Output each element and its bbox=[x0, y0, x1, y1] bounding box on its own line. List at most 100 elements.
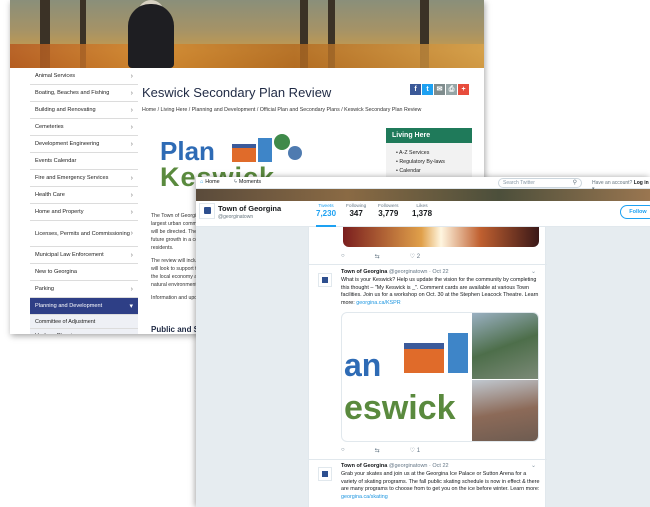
sidebar-item[interactable]: Parking › bbox=[30, 281, 138, 298]
sidebar-subitem[interactable]: Heritage Planning bbox=[30, 329, 138, 334]
sidebar-item[interactable]: Boating, Beaches and Fishing › bbox=[30, 85, 138, 102]
heart-icon: ♡ bbox=[409, 448, 417, 454]
sidebar-item[interactable]: Licenses, Permits and Commissioning › bbox=[30, 221, 138, 247]
page-title: Keswick Secondary Plan Review bbox=[142, 85, 332, 100]
nav-moments[interactable]: ϟ Moments bbox=[234, 179, 261, 185]
hero-image bbox=[10, 0, 484, 68]
sidebar-item-label: Cemeteries bbox=[35, 124, 64, 130]
stat-value: 347 bbox=[349, 209, 363, 218]
sidebar-item-label: Municipal Law Enforcement bbox=[35, 252, 104, 258]
sidebar-subitem[interactable]: Committee of Adjustment bbox=[30, 315, 138, 329]
tweet-media-previous[interactable] bbox=[343, 227, 539, 247]
chevron-right-icon: › bbox=[130, 191, 133, 199]
sidebar-item[interactable]: Development Engineering › bbox=[30, 136, 138, 153]
profile-stat[interactable]: Followers 3,779 bbox=[378, 204, 399, 218]
living-here-link[interactable]: Calendar bbox=[396, 167, 472, 176]
stat-value: 7,230 bbox=[316, 209, 337, 218]
living-here-link[interactable]: Regulatory By-laws bbox=[396, 158, 472, 167]
nav-home[interactable]: ⌂ Home bbox=[200, 179, 220, 185]
chevron-right-icon: › bbox=[130, 251, 133, 259]
tweet-avatar[interactable] bbox=[318, 273, 332, 287]
tweet-link[interactable]: georgina.ca/skating bbox=[341, 494, 388, 500]
sidebar-item-label: Parking bbox=[35, 286, 54, 292]
facebook-icon[interactable]: f bbox=[410, 84, 421, 95]
media-photo-street[interactable] bbox=[472, 313, 538, 379]
sidebar-item-label: Planning and Development bbox=[35, 303, 103, 309]
logo-shop-icon bbox=[232, 144, 256, 162]
tweet-menu-icon[interactable]: ⌄ bbox=[531, 462, 536, 469]
profile-name[interactable]: Town of Georgina bbox=[218, 204, 281, 213]
logo-deer-icon bbox=[288, 146, 302, 160]
reply-icon[interactable]: ○ bbox=[341, 447, 345, 454]
logo-house-icon bbox=[258, 138, 272, 162]
chevron-right-icon: › bbox=[130, 72, 133, 80]
sidebar-item-label: Licenses, Permits and Commissioning bbox=[35, 230, 130, 237]
sidebar-item[interactable]: Fire and Emergency Services › bbox=[30, 170, 138, 187]
sidebar-item-label: Events Calendar bbox=[35, 158, 77, 164]
tweet-link[interactable]: georgina.ca/KSPR bbox=[356, 300, 400, 306]
chevron-right-icon: › bbox=[130, 230, 133, 237]
sidebar-item[interactable]: Building and Renovating › bbox=[30, 102, 138, 119]
tweet-actions: ○ ⇆ ♡ 1 bbox=[341, 447, 420, 454]
chevron-right-icon: › bbox=[130, 285, 133, 293]
sidebar-item[interactable]: New to Georgina bbox=[30, 264, 138, 281]
sidebar-item-label: Fire and Emergency Services bbox=[35, 175, 109, 181]
sidebar-item-label: Animal Services bbox=[35, 73, 76, 79]
follow-button[interactable]: Follow bbox=[620, 205, 650, 219]
living-here-heading: Living Here bbox=[386, 128, 472, 143]
media-text-keswick: eswick bbox=[344, 389, 456, 427]
retweet-icon[interactable]: ⇆ bbox=[375, 447, 380, 454]
media-photo-building[interactable] bbox=[472, 380, 538, 441]
sidebar-item[interactable]: Events Calendar bbox=[30, 153, 138, 170]
print-icon[interactable]: ⎙ bbox=[446, 84, 457, 95]
lightning-icon: ϟ bbox=[234, 179, 237, 185]
profile-stat[interactable]: Tweets 7,230 bbox=[316, 204, 337, 227]
search-input[interactable]: Search Twitter ⚲ bbox=[498, 178, 582, 188]
sidebar-item[interactable]: Home and Property › bbox=[30, 204, 138, 221]
living-here-link[interactable]: A-Z Services bbox=[396, 149, 472, 158]
sidebar-item-label: Home and Property bbox=[35, 209, 84, 215]
breadcrumb: Home / Living Here / Planning and Develo… bbox=[142, 107, 422, 113]
media-shop-icon bbox=[404, 343, 444, 373]
tweet-text: What is your Keswick? Help us update the… bbox=[341, 277, 539, 306]
living-here-list: A-Z ServicesRegulatory By-lawsCalendar bbox=[386, 143, 472, 178]
sidebar-item-label: New to Georgina bbox=[35, 269, 77, 275]
profile-stat[interactable]: Following 347 bbox=[346, 204, 366, 218]
tweet-avatar[interactable] bbox=[318, 467, 332, 481]
share-icons: f t ✉ ⎙ + bbox=[410, 84, 469, 95]
stat-value: 3,779 bbox=[378, 209, 399, 218]
login-link[interactable]: Log in bbox=[634, 180, 649, 186]
reply-icon[interactable]: ○ bbox=[341, 253, 345, 260]
sidebar-item[interactable]: Municipal Law Enforcement › bbox=[30, 247, 138, 264]
chevron-right-icon: › bbox=[130, 208, 133, 216]
tweet-menu-icon[interactable]: ⌄ bbox=[531, 268, 536, 275]
sidebar-nav: Animal Services › Boating, Beaches and Fis… bbox=[30, 68, 138, 334]
twitter-icon[interactable]: t bbox=[422, 84, 433, 95]
plus-icon[interactable]: + bbox=[458, 84, 469, 95]
sidebar-item[interactable]: Cemeteries › bbox=[30, 119, 138, 136]
tweet-header: Town of Georgina @georginatown · Oct 22 bbox=[341, 269, 449, 275]
sidebar-item[interactable]: Animal Services › bbox=[30, 68, 138, 85]
tweet-actions: ○ ⇆ ♡ 2 bbox=[341, 253, 420, 260]
sidebar-item-label: Health Care bbox=[35, 192, 65, 198]
tweet-media[interactable]: an eswick bbox=[341, 312, 539, 442]
living-here-box: Living Here A-Z ServicesRegulatory By-la… bbox=[386, 128, 472, 178]
search-icon: ⚲ bbox=[572, 180, 577, 186]
like-button[interactable]: ♡ 1 bbox=[410, 447, 420, 454]
media-text-plan: an bbox=[344, 347, 382, 383]
profile-stat[interactable]: Likes 1,378 bbox=[412, 204, 432, 218]
email-icon[interactable]: ✉ bbox=[434, 84, 445, 95]
stat-value: 1,378 bbox=[412, 209, 433, 218]
sidebar-item-label: Boating, Beaches and Fishing bbox=[35, 90, 110, 96]
sidebar-item[interactable]: Planning and Development ▾ bbox=[30, 298, 138, 315]
profile-bar: Town of Georgina @georginatown Tweets 7,2… bbox=[196, 201, 650, 227]
sidebar-item[interactable]: Health Care › bbox=[30, 187, 138, 204]
like-button[interactable]: ♡ 2 bbox=[410, 253, 420, 260]
tweet-header: Town of Georgina @georginatown · Oct 22 bbox=[341, 463, 449, 469]
media-house-icon bbox=[448, 333, 468, 373]
logo-tree-icon bbox=[274, 134, 290, 150]
retweet-icon[interactable]: ⇆ bbox=[375, 253, 380, 260]
chevron-right-icon: › bbox=[130, 89, 133, 97]
chevron-down-icon: ▾ bbox=[129, 303, 133, 310]
profile-avatar[interactable] bbox=[199, 203, 215, 219]
